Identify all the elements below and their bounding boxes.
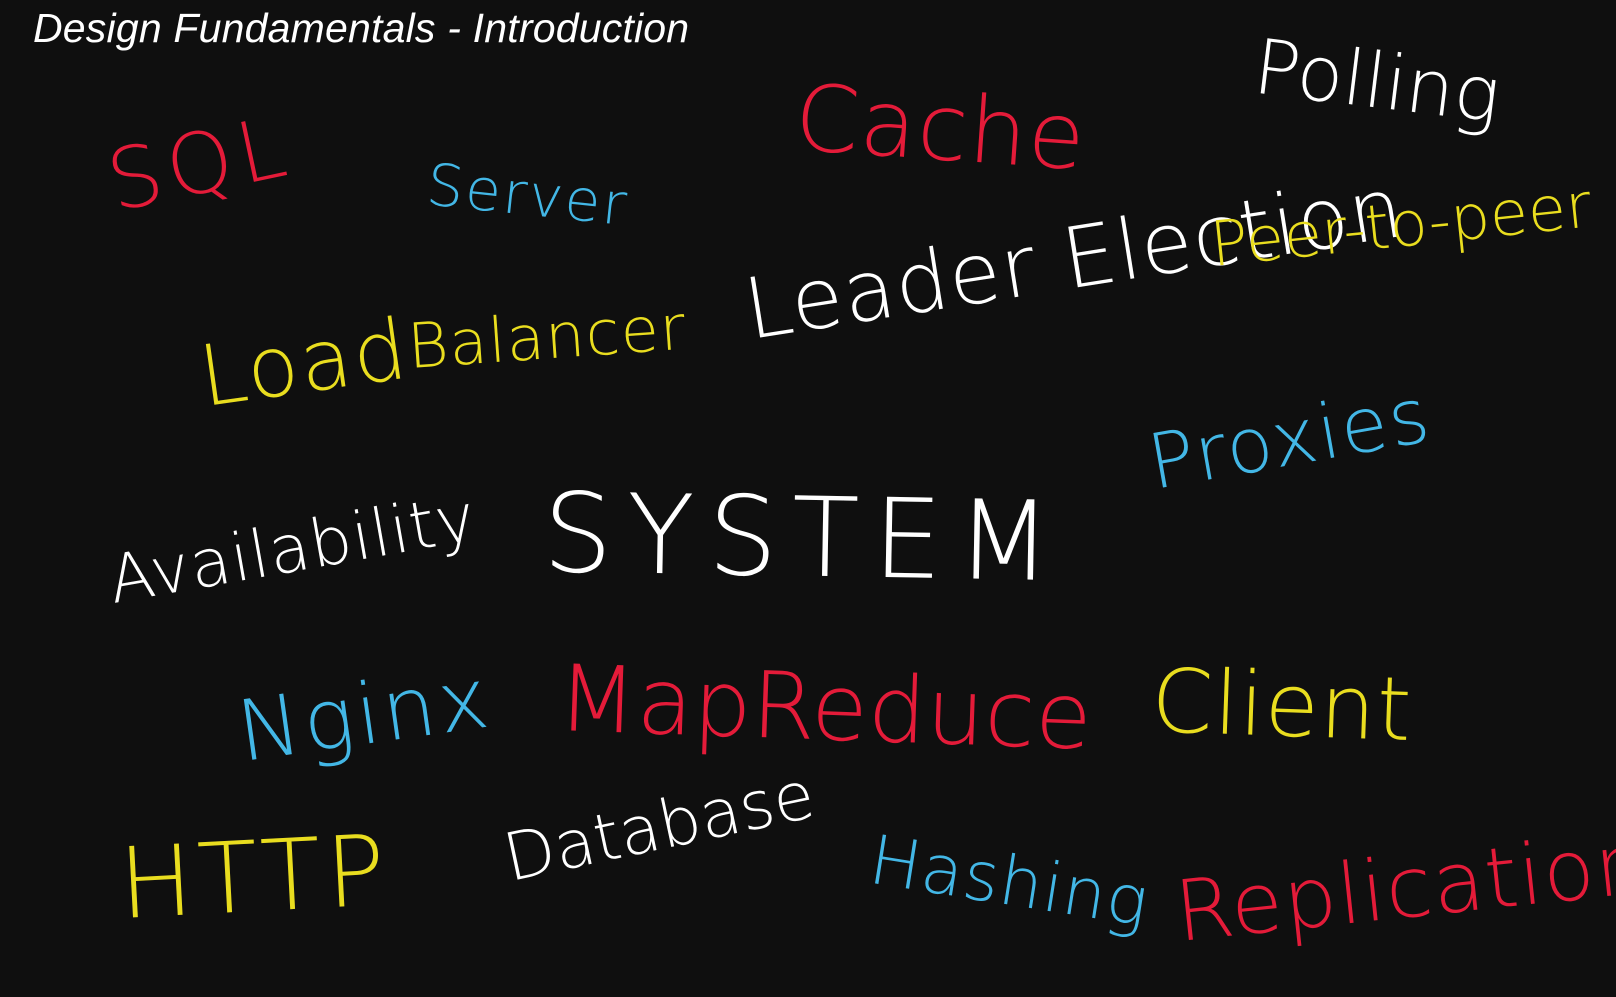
word-nginx: Nginx: [231, 648, 498, 781]
word-database: Database: [497, 756, 822, 897]
word-hashing: Hashing: [864, 820, 1155, 943]
word-client: Client: [1149, 649, 1414, 762]
word-load: Load: [193, 299, 415, 426]
word-polling: Polling: [1249, 21, 1506, 141]
word-balancer: Balancer: [405, 290, 689, 383]
word-sql: SQL: [99, 96, 300, 231]
word-system: SYSTEM: [541, 469, 1067, 607]
word-server: Server: [423, 150, 632, 240]
word-proxies: Proxies: [1141, 369, 1438, 507]
word-availability: Availability: [102, 478, 482, 619]
word-replication: Replication: [1170, 813, 1616, 961]
word-http: HTTP: [116, 813, 393, 942]
whiteboard-canvas: Design Fundamentals - Introduction SQL S…: [0, 0, 1616, 997]
word-mapreduce: MapReduce: [555, 645, 1094, 771]
slide-title: Design Fundamentals - Introduction: [33, 5, 690, 51]
word-cache: Cache: [791, 64, 1090, 192]
